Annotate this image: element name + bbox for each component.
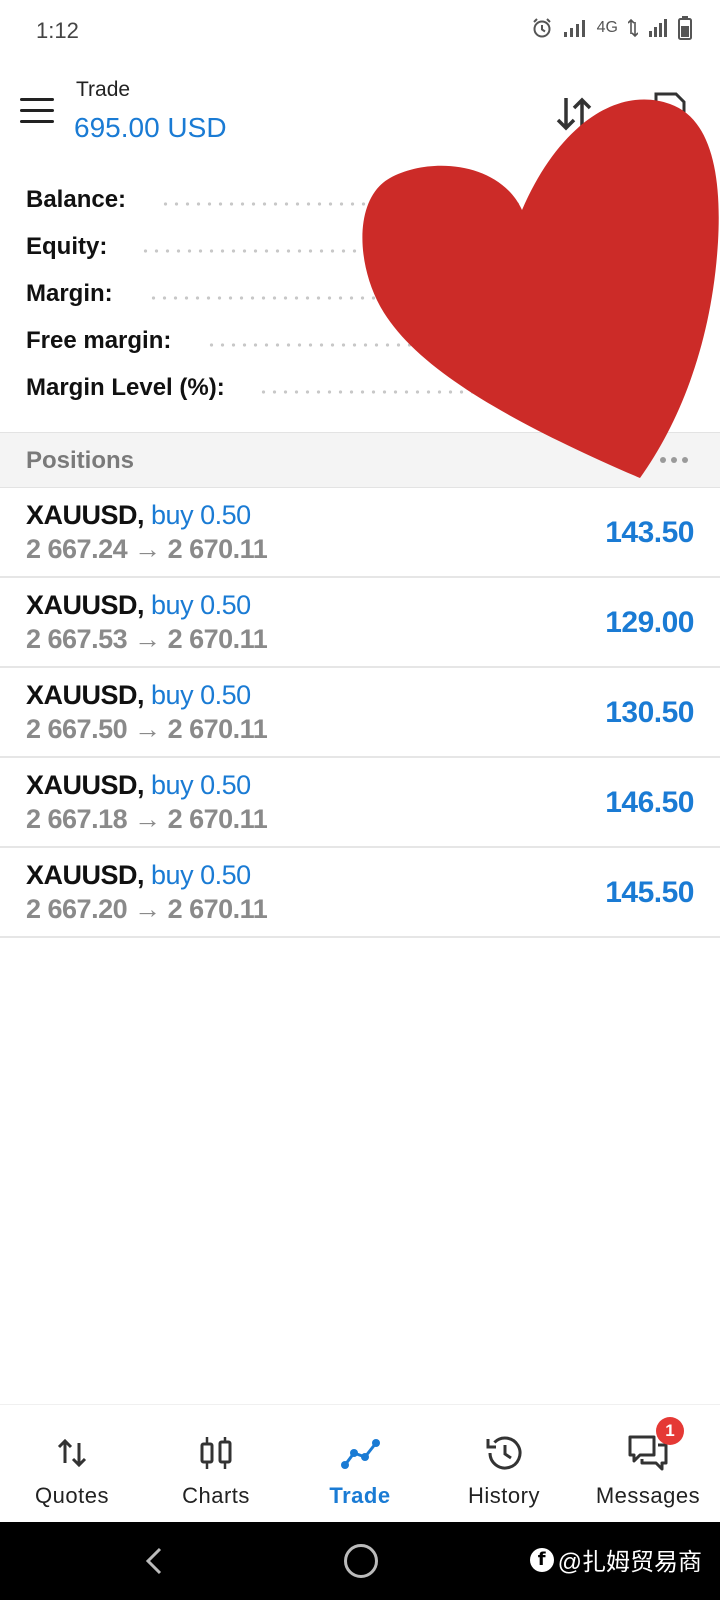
position-title: XAUUSD, buy 0.50 (26, 860, 251, 891)
charts-icon (200, 1437, 232, 1469)
summary-label: Equity: (26, 233, 108, 260)
status-bar: 1:12 4G (0, 0, 720, 62)
nav-charts[interactable]: Charts (144, 1405, 288, 1522)
facebook-icon: f (529, 1547, 554, 1572)
battery-icon (678, 16, 692, 40)
position-title: XAUUSD, buy 0.50 (26, 500, 251, 531)
position-symbol: XAUUSD, (26, 500, 145, 530)
position-symbol: XAUUSD, (26, 680, 145, 710)
position-side: buy 0.50 (151, 500, 251, 530)
position-title: XAUUSD, buy 0.50 (26, 680, 251, 711)
position-side: buy 0.50 (151, 860, 251, 890)
position-profit: 143.50 (605, 516, 694, 549)
system-navigation-bar: f @扎姆贸易商 (0, 1522, 720, 1600)
position-symbol: XAUUSD, (26, 770, 145, 800)
nav-messages[interactable]: 1 Messages (576, 1405, 720, 1522)
unread-badge: 1 (656, 1417, 684, 1445)
position-title: XAUUSD, buy 0.50 (26, 590, 251, 621)
position-symbol: XAUUSD, (26, 860, 145, 890)
watermark: f @扎姆贸易商 (529, 1542, 702, 1577)
position-row[interactable]: XAUUSD, buy 0.50 2 667.24 → 2 670.11 143… (0, 488, 720, 578)
position-prices: 2 667.18 → 2 670.11 (26, 804, 268, 834)
home-icon[interactable] (344, 1544, 378, 1578)
position-row[interactable]: XAUUSD, buy 0.50 2 667.18 → 2 670.11 146… (0, 758, 720, 848)
page-title: Trade (76, 78, 131, 101)
position-symbol: XAUUSD, (26, 590, 145, 620)
trade-icon (341, 1439, 380, 1469)
signal-icon (563, 20, 585, 37)
position-title: XAUUSD, buy 0.50 (26, 770, 251, 801)
status-icons: 4G (531, 16, 692, 40)
alarm-icon (532, 18, 551, 38)
bottom-navigation: Quotes Charts Trade History 1 Messages (0, 1404, 720, 1522)
position-side: buy 0.50 (151, 770, 251, 800)
history-icon (486, 1436, 522, 1470)
summary-label: Free margin: (26, 327, 172, 354)
summary-label: Margin Level (%): (26, 374, 225, 401)
nav-label: History (468, 1483, 540, 1508)
positions-list: XAUUSD, buy 0.50 2 667.24 → 2 670.11 143… (0, 488, 720, 938)
position-prices: 2 667.24 → 2 670.11 (26, 534, 268, 564)
position-row[interactable]: XAUUSD, buy 0.50 2 667.50 → 2 670.11 130… (0, 668, 720, 758)
summary-label: Balance: (26, 186, 127, 213)
positions-title: Positions (26, 447, 135, 474)
position-profit: 145.50 (605, 876, 694, 909)
signal-icon-2 (649, 19, 667, 37)
position-side: buy 0.50 (151, 680, 251, 710)
position-side: buy 0.50 (151, 590, 251, 620)
status-time: 1:12 (36, 18, 79, 43)
network-type: 4G (596, 19, 618, 36)
position-prices: 2 667.20 → 2 670.11 (26, 894, 268, 924)
nav-quotes[interactable]: Quotes (0, 1405, 144, 1522)
nav-label: Trade (329, 1483, 391, 1508)
position-profit: 146.50 (605, 786, 694, 819)
summary-label: Margin: (26, 280, 113, 307)
heart-sticker (362, 99, 719, 479)
menu-icon[interactable] (20, 98, 54, 124)
nav-label: Quotes (35, 1483, 109, 1508)
position-row[interactable]: XAUUSD, buy 0.50 2 667.53 → 2 670.11 129… (0, 578, 720, 668)
position-profit: 129.00 (605, 606, 694, 639)
nav-history[interactable]: History (432, 1405, 576, 1522)
data-arrows-icon (628, 18, 638, 38)
back-icon[interactable] (140, 1546, 170, 1576)
position-prices: 2 667.50 → 2 670.11 (26, 714, 268, 744)
watermark-text: @扎姆贸易商 (557, 1549, 702, 1576)
position-row[interactable]: XAUUSD, buy 0.50 2 667.20 → 2 670.11 145… (0, 848, 720, 938)
nav-label: Charts (182, 1483, 250, 1508)
nav-trade[interactable]: Trade (288, 1405, 432, 1522)
position-profit: 130.50 (605, 696, 694, 729)
header-balance: 695.00 USD (74, 112, 227, 143)
quotes-icon (57, 1438, 87, 1468)
position-prices: 2 667.53 → 2 670.11 (26, 624, 268, 654)
nav-label: Messages (595, 1483, 701, 1508)
